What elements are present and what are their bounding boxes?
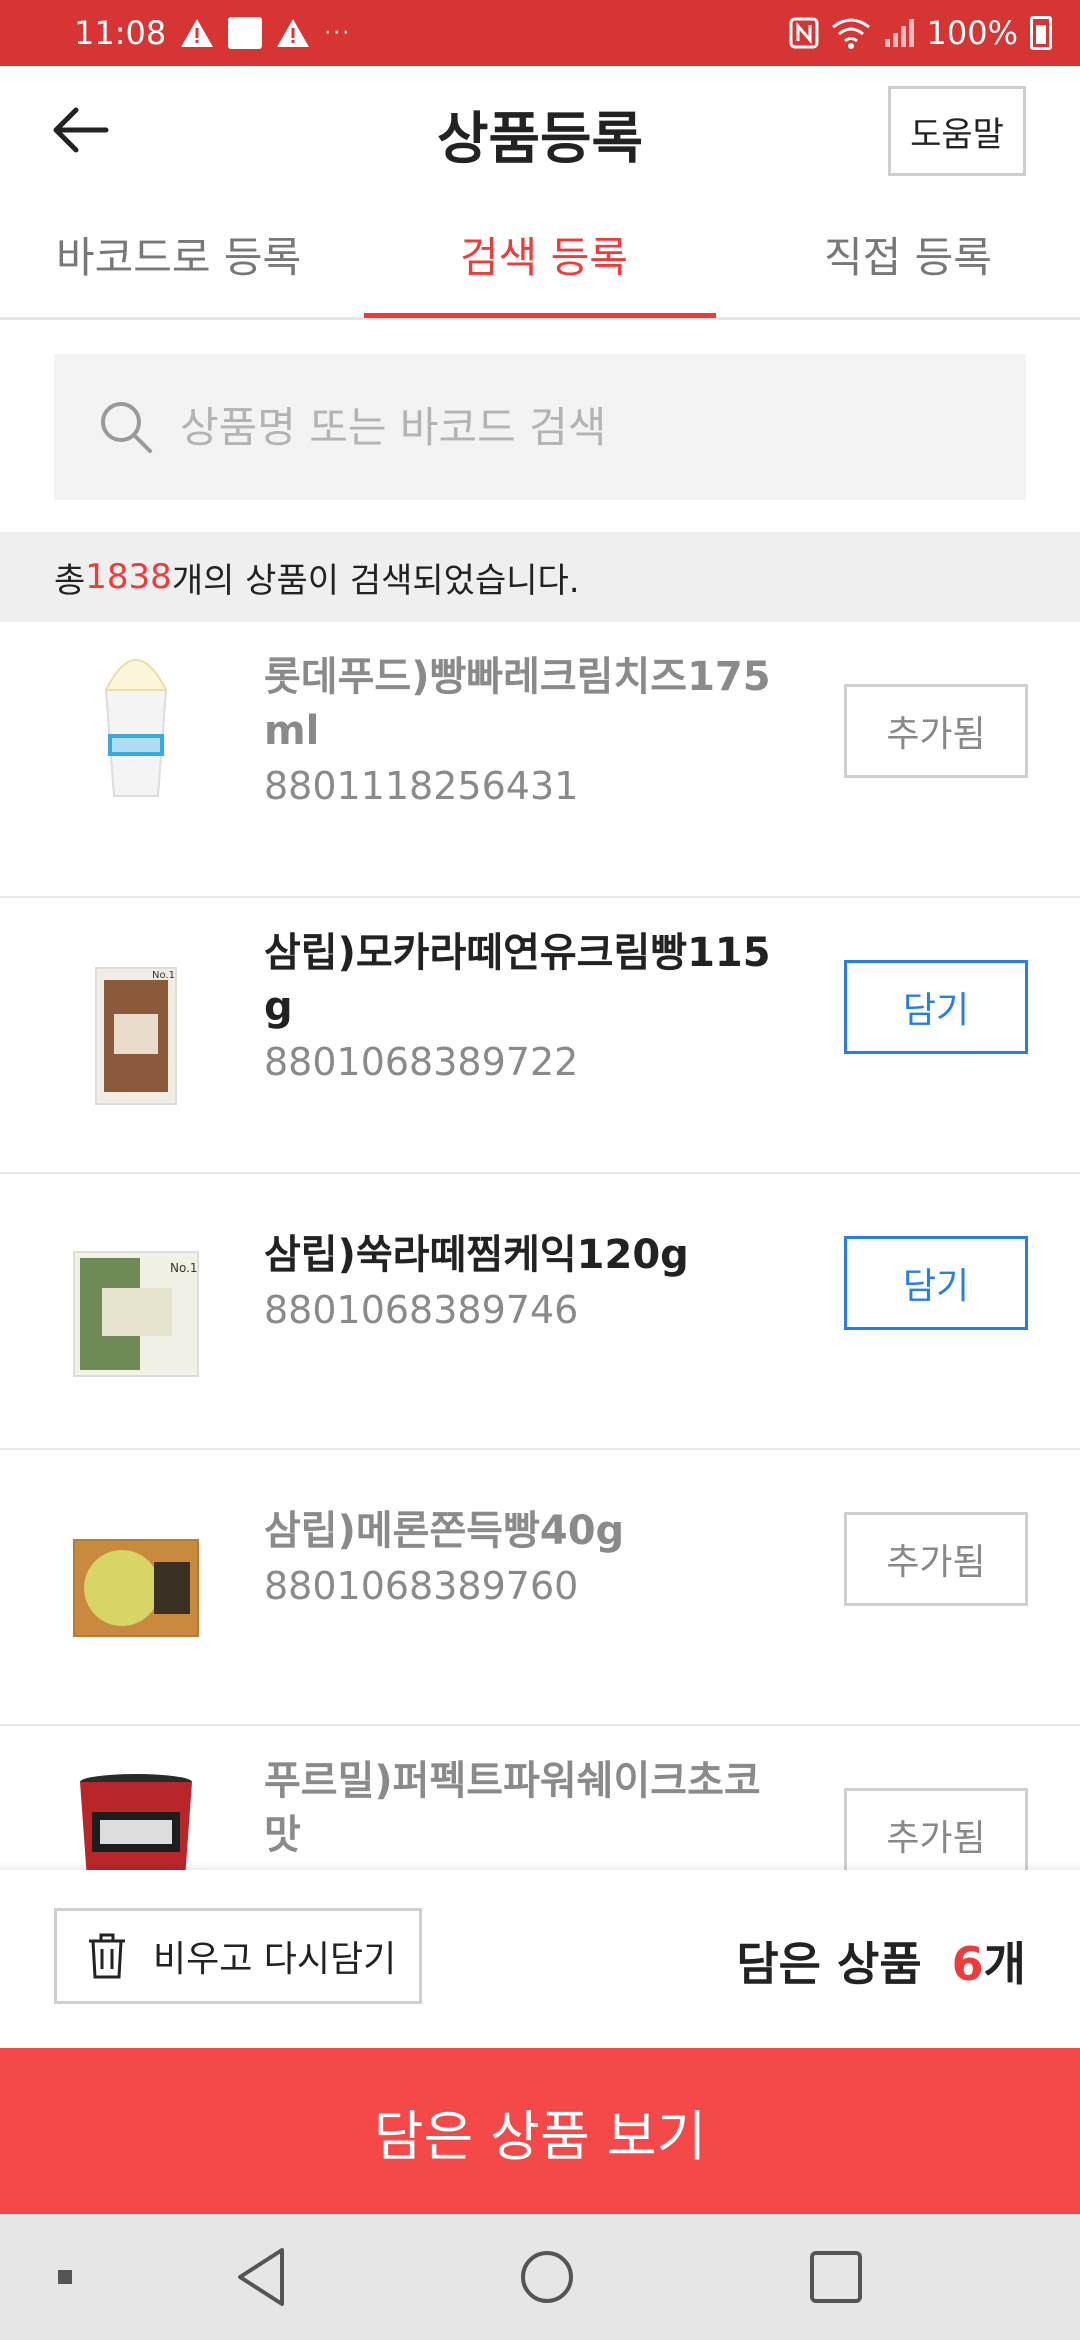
product-name: 삼립)쑥라떼찜케익120g — [264, 1232, 689, 1278]
cart-summary: 담은 상품 6 개 — [736, 1928, 1026, 1994]
product-image — [73, 1539, 199, 1637]
result-suffix: 개의 상품이 검색되었습니다. — [171, 560, 580, 601]
search-icon — [101, 402, 152, 453]
product-row[interactable]: No.1 삼립)쑥라떼찜케익120g 8801068389746 담기 — [0, 1174, 1080, 1450]
added-button[interactable]: 추가됨 — [844, 1512, 1028, 1606]
add-to-cart-button[interactable]: 담기 — [844, 1236, 1028, 1330]
cart-count: 6 — [951, 1937, 984, 1991]
clear-cart-label: 비우고 다시담기 — [153, 1939, 397, 1980]
registration-tabs: 바코드로 등록 검색 등록 직접 등록 — [0, 196, 1080, 320]
active-tab-indicator — [364, 313, 716, 318]
cart-unit: 개 — [983, 1937, 1026, 1991]
product-list: 롯데푸드)빵빠레크림치즈175 ml 8801118256431 추가됨 No.… — [0, 622, 1080, 1870]
wifi-icon — [831, 18, 870, 49]
app-notification-icon — [228, 17, 263, 49]
help-button[interactable]: 도움말 — [888, 86, 1026, 176]
battery-icon — [1030, 16, 1052, 50]
tab-manual[interactable]: 직접 등록 — [824, 224, 992, 285]
added-button[interactable]: 추가됨 — [844, 1788, 1028, 1870]
battery-percent: 100% — [926, 14, 1018, 52]
added-button[interactable]: 추가됨 — [844, 684, 1028, 778]
nav-menu-dot-icon[interactable] — [56, 2244, 76, 2310]
nav-recents-icon[interactable] — [806, 2244, 866, 2310]
view-cart-button[interactable]: 담은 상품 보기 — [0, 2048, 1080, 2214]
search-input[interactable] — [180, 402, 940, 452]
more-notifications-icon: ··· — [324, 20, 352, 46]
nav-home-icon[interactable] — [514, 2244, 580, 2310]
product-name: 삼립)모카라떼연유크림빵115 g — [264, 930, 771, 1030]
svg-text:No.1: No.1 — [170, 1261, 198, 1275]
app-header: 상품등록 도움말 — [0, 66, 1080, 196]
clear-cart-button[interactable]: 비우고 다시담기 — [54, 1908, 422, 2004]
product-row[interactable]: No.1 삼립)모카라떼연유크림빵115 g 8801068389722 담기 — [0, 898, 1080, 1174]
tab-barcode[interactable]: 바코드로 등록 — [56, 224, 301, 285]
product-name: 푸르밀)퍼펙트파워쉐이크초코 맛 — [264, 1758, 761, 1858]
product-row[interactable]: 푸르밀)퍼펙트파워쉐이크초코 맛 추가됨 — [0, 1726, 1080, 1870]
product-image — [104, 659, 168, 797]
product-image — [80, 1774, 192, 1870]
system-nav-bar — [0, 2214, 1080, 2340]
product-row[interactable]: 롯데푸드)빵빠레크림치즈175 ml 8801118256431 추가됨 — [0, 622, 1080, 898]
product-barcode: 8801068389760 — [264, 1564, 579, 1608]
signal-icon — [884, 19, 914, 47]
product-name: 삼립)메론쫀득빵40g — [264, 1508, 625, 1554]
product-barcode: 8801118256431 — [264, 764, 579, 808]
svg-text:No.1: No.1 — [152, 970, 175, 981]
status-bar: 11:08 ··· 100% — [0, 0, 1080, 66]
add-to-cart-button[interactable]: 담기 — [844, 960, 1028, 1054]
product-row[interactable]: 삼립)메론쫀득빵40g 8801068389760 추가됨 — [0, 1450, 1080, 1726]
nfc-icon — [789, 17, 819, 49]
search-box[interactable] — [54, 354, 1026, 500]
warning-icon — [277, 19, 310, 47]
result-prefix: 총 — [54, 560, 86, 601]
result-count-bar: 총 1838 개의 상품이 검색되었습니다. — [0, 532, 1080, 622]
product-image: No.1 — [95, 967, 177, 1105]
result-count: 1838 — [85, 557, 172, 597]
cart-label: 담은 상품 — [736, 1937, 922, 1991]
status-time: 11:08 — [74, 14, 167, 52]
product-image: No.1 — [73, 1251, 199, 1377]
tab-search[interactable]: 검색 등록 — [460, 224, 628, 285]
nav-back-icon[interactable] — [232, 2244, 292, 2310]
warning-icon — [181, 19, 214, 47]
cart-bar: 비우고 다시담기 담은 상품 6 개 — [0, 1870, 1080, 2048]
product-barcode: 8801068389722 — [264, 1040, 579, 1084]
trash-icon — [89, 1933, 125, 1979]
product-barcode: 8801068389746 — [264, 1288, 579, 1332]
product-name: 롯데푸드)빵빠레크림치즈175 ml — [264, 654, 771, 754]
